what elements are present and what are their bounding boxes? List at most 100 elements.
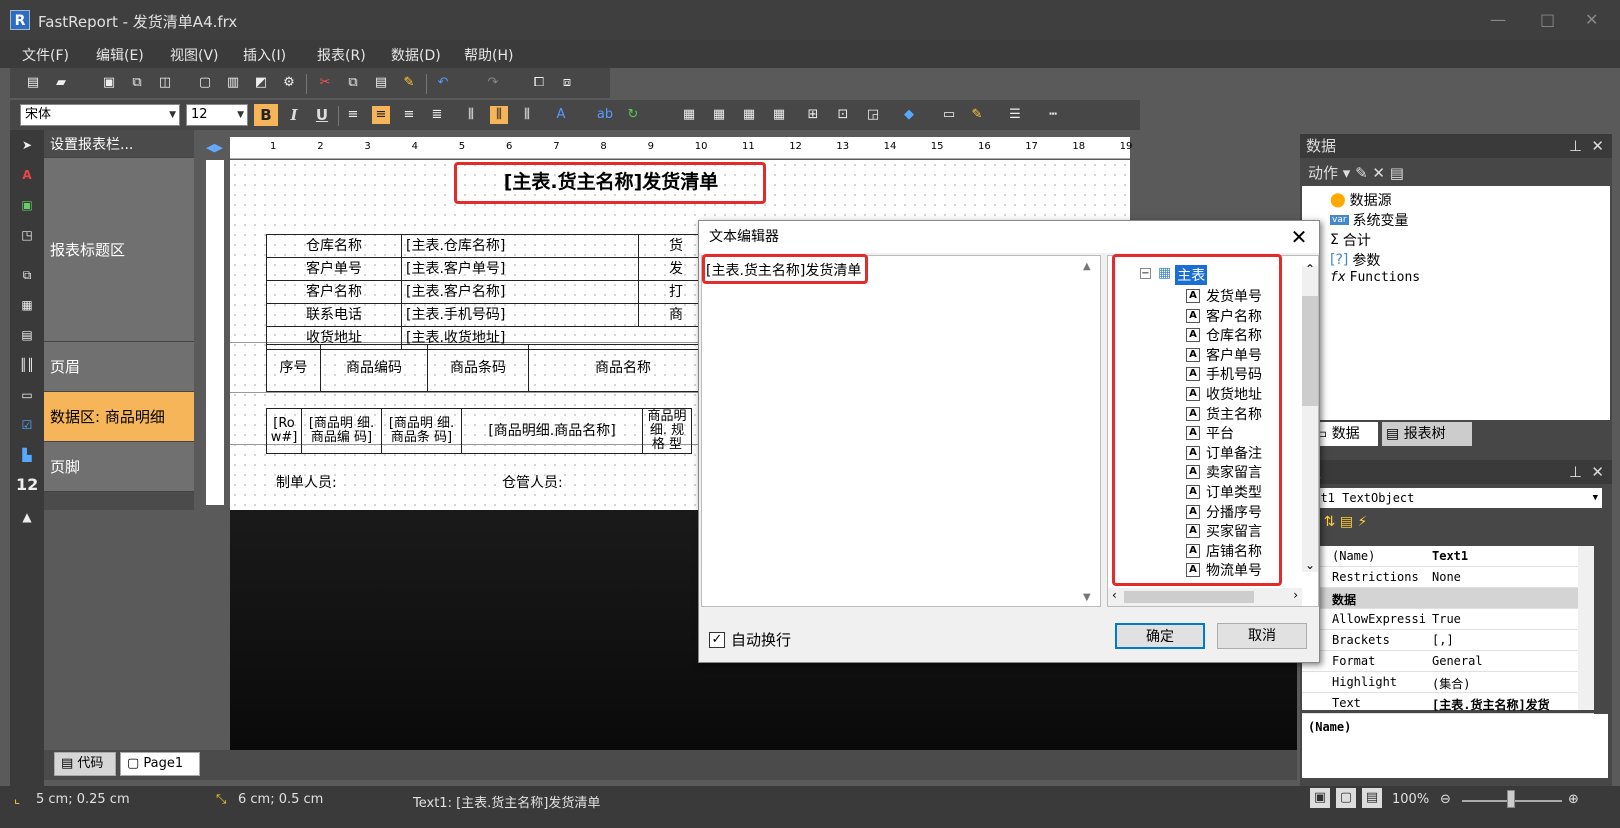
view-page-icon[interactable]: ▢ bbox=[1336, 788, 1356, 808]
chart-object-icon[interactable]: ▙ bbox=[16, 444, 38, 466]
border-all-icon[interactable]: ⊞ bbox=[804, 106, 822, 124]
data-cell[interactable]: [Ro w#] bbox=[266, 408, 302, 454]
property-scrollbar[interactable] bbox=[1578, 546, 1594, 710]
tree-totals[interactable]: Σ 合计 bbox=[1330, 230, 1371, 250]
menu-edit[interactable]: 编辑(E) bbox=[96, 45, 144, 65]
property-row[interactable]: AllowExpressi True bbox=[1302, 609, 1594, 630]
view-normal-icon[interactable]: ▣ bbox=[1310, 788, 1330, 808]
column-header[interactable]: 序号 bbox=[266, 344, 321, 392]
undo-icon[interactable]: ↶ bbox=[434, 74, 452, 92]
subreport-icon[interactable]: ⧉ bbox=[16, 264, 38, 286]
info-label[interactable]: 仓库名称 bbox=[266, 234, 402, 258]
data-cell[interactable]: [商品明细.商品名称] bbox=[461, 408, 643, 454]
close-panel-icon[interactable]: ✕ bbox=[1591, 460, 1604, 484]
data-cell[interactable]: 商品明 细. 规格 型 bbox=[642, 408, 692, 454]
property-category[interactable]: 数据 bbox=[1302, 588, 1594, 609]
menu-data[interactable]: 数据(D) bbox=[391, 45, 441, 65]
tree-scrollbar[interactable]: ⌃ ⌄ bbox=[1302, 262, 1318, 572]
menu-view[interactable]: 视图(V) bbox=[170, 45, 219, 65]
justify-icon[interactable]: ≣ bbox=[428, 106, 446, 124]
ok-button[interactable]: 确定 bbox=[1115, 623, 1205, 649]
align-left-icon[interactable]: ≡ bbox=[344, 106, 362, 124]
data-cell[interactable]: [商品明 细.商品编 码] bbox=[301, 408, 382, 454]
border-none-icon[interactable]: ⊡ bbox=[834, 106, 852, 124]
cut-icon[interactable]: ✂ bbox=[316, 74, 334, 92]
info-value[interactable]: [主表.手机号码] bbox=[401, 303, 639, 327]
menu-file[interactable]: 文件(F) bbox=[22, 45, 69, 65]
text-object-icon[interactable]: A bbox=[16, 164, 38, 186]
configure-bands-link[interactable]: 设置报表栏... bbox=[44, 130, 194, 158]
property-row[interactable]: Text [主表.货主名称]发货 bbox=[1302, 693, 1594, 714]
maximize-icon[interactable]: □ bbox=[1540, 10, 1555, 29]
new-icon[interactable]: ▤ bbox=[24, 74, 42, 92]
property-row[interactable]: Brackets [,] bbox=[1302, 630, 1594, 651]
menu-insert[interactable]: 插入(I) bbox=[243, 45, 286, 65]
font-size-combo[interactable]: 12 ▼ bbox=[186, 104, 248, 126]
border-shadow-icon[interactable]: ◲ bbox=[864, 106, 882, 124]
underline-button[interactable]: U bbox=[310, 104, 334, 126]
line-width-icon[interactable]: ☰ bbox=[1006, 106, 1024, 124]
info-label[interactable]: 客户名称 bbox=[266, 280, 402, 304]
tree-functions[interactable]: fx Functions bbox=[1330, 270, 1420, 285]
menu-help[interactable]: 帮助(H) bbox=[464, 45, 513, 65]
property-row[interactable]: (Name) Text1 bbox=[1302, 546, 1594, 567]
save-icon[interactable]: ▣ bbox=[100, 74, 118, 92]
expression-editor[interactable]: [主表.货主名称]发货清单 bbox=[701, 254, 1101, 607]
column-header[interactable]: 商品编码 bbox=[320, 344, 428, 392]
shape-object-icon[interactable]: ◳ bbox=[16, 224, 38, 246]
tree-hscrollbar[interactable]: ‹ › bbox=[1108, 588, 1302, 606]
property-row[interactable]: Restrictions None bbox=[1302, 567, 1594, 588]
valign-middle-icon[interactable]: ⫼ bbox=[490, 106, 508, 124]
border-bottom-icon[interactable]: ▦ bbox=[710, 106, 728, 124]
paste-icon[interactable]: ▤ bbox=[372, 74, 390, 92]
line-color-icon[interactable]: ✎ bbox=[968, 106, 986, 124]
fill-color-icon[interactable]: ◆ bbox=[900, 106, 918, 124]
cancel-button[interactable]: 取消 bbox=[1217, 623, 1307, 649]
data-cell[interactable]: [商品明 细.商品条 码] bbox=[381, 408, 462, 454]
zoom-out-icon[interactable]: ⊖ bbox=[1440, 792, 1451, 807]
zoom-slider-handle[interactable] bbox=[1507, 790, 1515, 808]
pin-icon[interactable]: ⊥ bbox=[1569, 460, 1582, 484]
open-icon[interactable]: ▰ bbox=[52, 74, 70, 92]
zip-object-icon[interactable]: ▲ bbox=[16, 506, 38, 528]
ungroup-icon[interactable]: ⧈ bbox=[558, 74, 576, 92]
keeper-label[interactable]: 仓管人员: bbox=[502, 472, 563, 492]
picture-object-icon[interactable]: ▣ bbox=[16, 194, 38, 216]
editor-scrollbar[interactable]: ▲ ▼ bbox=[1079, 259, 1097, 605]
matrix-object-icon[interactable]: ▤ bbox=[16, 324, 38, 346]
border-left-icon[interactable]: ▦ bbox=[740, 106, 758, 124]
group-icon[interactable]: ⧠ bbox=[530, 74, 548, 92]
action-dropdown[interactable]: 动作 ▾ ✎ ✕ ▤ bbox=[1308, 162, 1404, 183]
rotate-icon[interactable]: ↻ bbox=[624, 106, 642, 124]
richtext-icon[interactable]: ▭ bbox=[16, 384, 38, 406]
info-value[interactable]: [主表.仓库名称] bbox=[401, 234, 639, 258]
italic-button[interactable]: I bbox=[282, 104, 306, 126]
info-value[interactable]: [主表.客户单号] bbox=[401, 257, 639, 281]
table-object-icon[interactable]: ▦ bbox=[16, 294, 38, 316]
page-setup-icon[interactable]: ⚙ bbox=[280, 74, 298, 92]
new-page-icon[interactable]: ▢ bbox=[196, 74, 214, 92]
maker-label[interactable]: 制单人员: bbox=[276, 472, 337, 492]
minimize-icon[interactable]: — bbox=[1490, 10, 1506, 29]
property-row[interactable]: Highlight (集合) bbox=[1302, 672, 1594, 693]
preview-icon[interactable]: ◫ bbox=[156, 74, 174, 92]
tab-data-panel[interactable]: ▭ 数据 bbox=[1310, 422, 1378, 446]
format-painter-icon[interactable]: ✎ bbox=[400, 74, 418, 92]
align-center-icon[interactable]: ≡ bbox=[372, 106, 390, 124]
info-label[interactable]: 客户单号 bbox=[266, 257, 402, 281]
tab-page1[interactable]: ▢ Page1 bbox=[120, 752, 200, 776]
font-color-icon[interactable]: A bbox=[552, 106, 570, 124]
close-panel-icon[interactable]: ✕ bbox=[1591, 134, 1604, 158]
column-header[interactable]: 商品名称 bbox=[528, 344, 718, 392]
new-dialog-icon[interactable]: ▥ bbox=[224, 74, 242, 92]
fill-icon[interactable]: ▭ bbox=[940, 106, 958, 124]
tree-system-vars[interactable]: var 系统变量 bbox=[1330, 210, 1409, 230]
border-top-icon[interactable]: ▦ bbox=[680, 106, 698, 124]
menu-report[interactable]: 报表(R) bbox=[317, 45, 366, 65]
pointer-icon[interactable]: ➤ bbox=[16, 134, 38, 156]
info-label[interactable]: 联系电话 bbox=[266, 303, 402, 327]
close-icon[interactable]: ✕ bbox=[1287, 225, 1311, 249]
band-page-header[interactable]: 页眉 bbox=[44, 342, 194, 392]
object-combo[interactable]: ext1 TextObject ▼ bbox=[1302, 488, 1602, 508]
column-header[interactable]: 商品条码 bbox=[427, 344, 529, 392]
